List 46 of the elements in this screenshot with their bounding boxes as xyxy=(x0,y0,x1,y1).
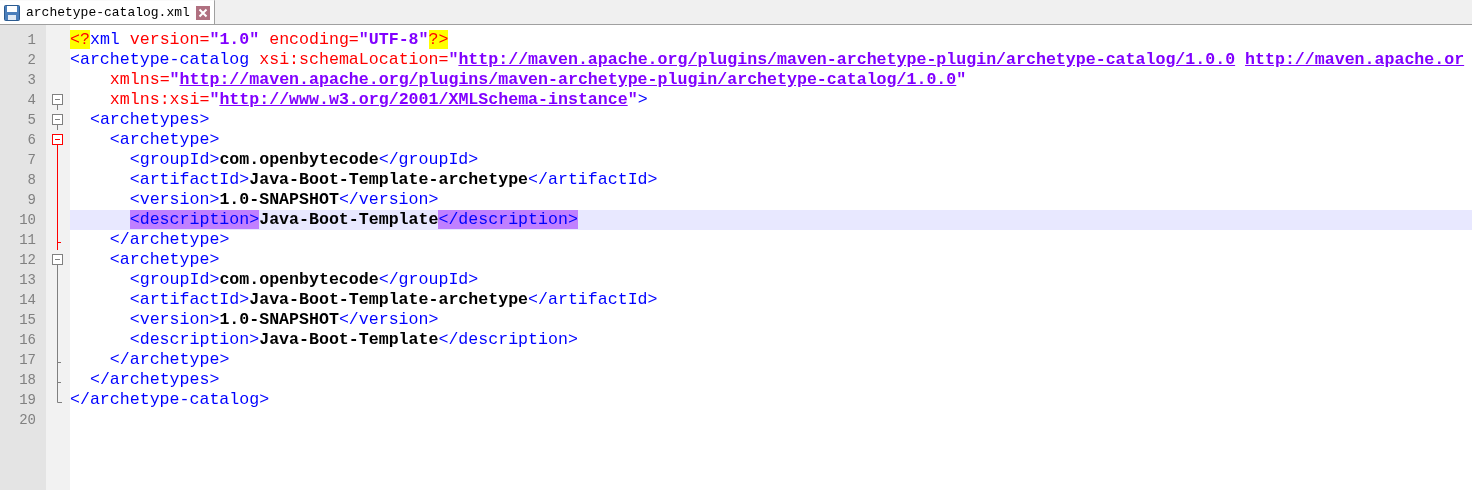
code-line: </archetype-catalog> xyxy=(70,390,271,410)
line-number: 19 xyxy=(18,391,37,410)
line-number: 17 xyxy=(18,351,37,370)
code-line: <description>Java-Boot-Template</description> xyxy=(128,330,579,350)
line-number: 16 xyxy=(18,331,37,350)
url-link[interactable]: http://maven.apache.org/plugins/maven-archetype-plugin/archetype-catalog/1.0.0 xyxy=(179,70,957,89)
code-line: <archetype> xyxy=(108,130,221,150)
line-number: 18 xyxy=(18,371,37,390)
code-line: <?xml version="1.0" encoding="UTF-8"?> xyxy=(70,30,450,50)
file-tab[interactable]: archetype-catalog.xml xyxy=(0,0,215,24)
line-number: 8 xyxy=(26,171,37,190)
line-number: 14 xyxy=(18,291,37,310)
line-number: 20 xyxy=(18,411,37,430)
line-number: 2 xyxy=(26,51,37,70)
code-line: xmlns:xsi="http://www.w3.org/2001/XMLSchema-instance"> xyxy=(108,90,649,110)
line-number: 4 xyxy=(26,91,37,110)
code-line: <archetype-catalog xsi:schemaLocation="http://maven.apache.org/plugins/maven-archetype-plugin/archetype-catalog/1.0.0 http://maven.apache.or xyxy=(70,50,1466,70)
line-number: 7 xyxy=(26,151,37,170)
save-icon xyxy=(4,4,20,21)
line-number: 5 xyxy=(26,111,37,130)
url-link[interactable]: http://maven.apache.or xyxy=(1245,50,1465,69)
code-line: <archetypes> xyxy=(88,110,211,130)
line-number: 1 xyxy=(26,31,37,50)
line-number: 15 xyxy=(18,311,37,330)
line-number: 3 xyxy=(26,71,37,90)
url-link[interactable]: http://maven.apache.org/plugins/maven-archetype-plugin/archetype-catalog/1.0.0 xyxy=(458,50,1236,69)
code-line: xmlns="http://maven.apache.org/plugins/maven-archetype-plugin/archetype-catalog/1.0.0" xyxy=(108,70,968,90)
code-line: <groupId>com.openbytecode</groupId> xyxy=(128,150,480,170)
line-number: 12 xyxy=(18,251,37,270)
code-line: <artifactId>Java-Boot-Template-archetype</artifactId> xyxy=(128,170,659,190)
line-number: 6 xyxy=(26,131,37,150)
code-line: <version>1.0-SNAPSHOT</version> xyxy=(128,190,440,210)
tab-title: archetype-catalog.xml xyxy=(26,5,190,20)
line-number: 10 xyxy=(18,211,37,230)
code-line: <groupId>com.openbytecode</groupId> xyxy=(128,270,480,290)
url-link[interactable]: http://www.w3.org/2001/XMLSchema-instance xyxy=(219,90,628,109)
line-number: 9 xyxy=(26,191,37,210)
code-line: </archetype> xyxy=(108,350,231,370)
code-line: </archetypes> xyxy=(88,370,221,390)
code-line: <artifactId>Java-Boot-Template-archetype</artifactId> xyxy=(128,290,659,310)
line-number: 13 xyxy=(18,271,37,290)
code-line: <archetype> xyxy=(108,250,221,270)
close-icon[interactable] xyxy=(195,5,210,20)
code-line: <version>1.0-SNAPSHOT</version> xyxy=(128,310,440,330)
line-number: 11 xyxy=(18,231,37,250)
code-line: </archetype> xyxy=(108,230,231,250)
